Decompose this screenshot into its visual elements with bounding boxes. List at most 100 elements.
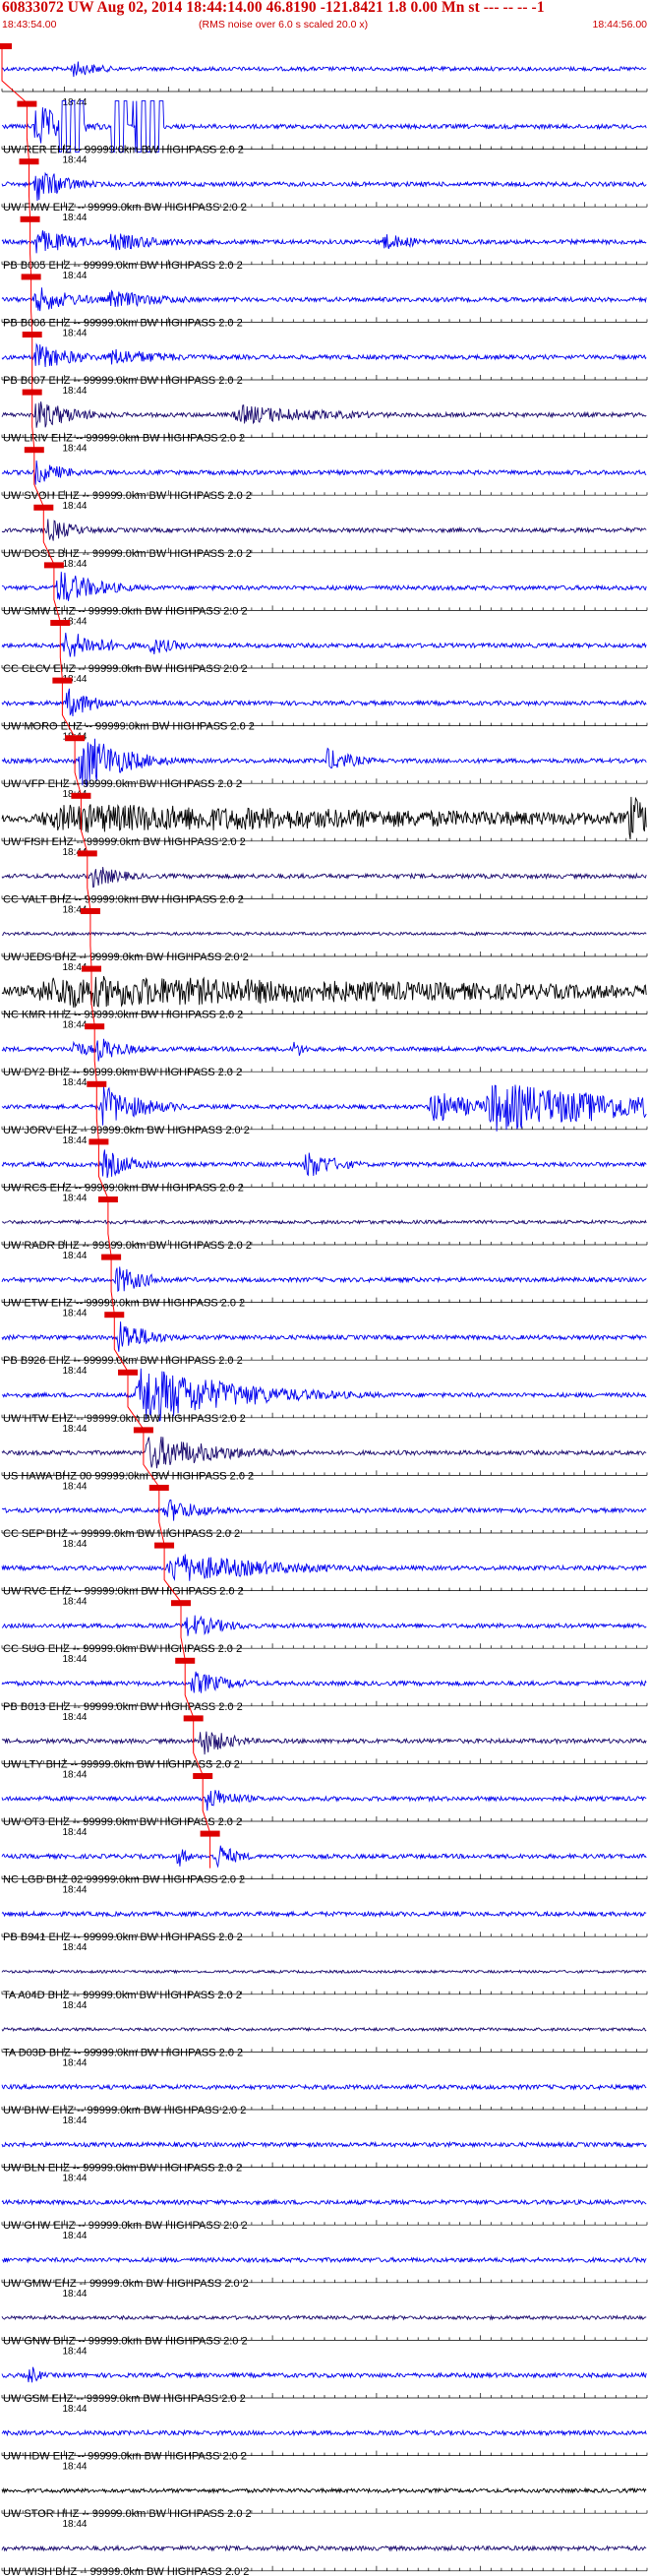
tick-label: 18:44 [62,213,87,223]
station-label: UW STOR HHZ -- 99999.0km BW HIGHPASS 2.0… [3,2508,252,2520]
station-label: UW GNW BHZ -- 99999.0km BW HIGHPASS 2.0 … [3,2335,248,2347]
waveform [1,632,647,657]
trace-25: CC SEP BHZ -- 99999.0km BW HIGHPASS 2.0 … [1,1499,648,1550]
pick-box [170,1600,191,1607]
tick-label: 18:44 [62,2519,87,2530]
pick-box [104,1312,125,1319]
pick-box [50,620,71,626]
trace-7: UW SVOH EHZ -- 99999.0km BW HIGHPASS 2.0… [1,460,648,512]
pick-box [17,100,37,107]
waveform [1,572,647,601]
station-label: UW RADR BHZ -- 99999.0km BW HIGHPASS 2.0… [3,1240,252,1252]
tick-label: 18:44 [62,1077,87,1088]
tick-label: 18:44 [62,559,87,570]
pick-box [21,274,41,280]
trace-36: UW BLN EHZ -- 99999.0km BW HIGHPASS 2.0 … [1,2140,648,2184]
station-label: PB B013 EHZ -- 99999.0km BW HIGHPASS 2.0… [3,1701,243,1713]
trace-39: UW GNW BHZ -- 99999.0km BW HIGHPASS 2.0 … [1,2313,648,2357]
tick-label: 18:44 [62,2116,87,2126]
plot-header: 60833072 UW Aug 02, 2014 18:44:14.00 46.… [0,0,649,35]
trace-8: UW DOSE BHZ -- 99999.0km BW HIGHPASS 2.0… [1,519,648,570]
trace-13: UW FISH EHZ -- 99999.0km BW HIGHPASS 2.0… [1,796,648,858]
tick-label: 18:44 [62,1309,87,1319]
trace-16: NC KMR HHZ -- 99999.0km BW HIGHPASS 2.0 … [1,975,648,1031]
waveform [1,1969,647,1975]
pick-box [87,1080,107,1087]
pick-box [133,1427,153,1434]
trace-17: UW DY2 BHZ -- 99999.0km BW HIGHPASS 2.0 … [1,1038,648,1088]
trace-4: PB B006 EHZ -- 99999.0km BW HIGHPASS 2.0… [1,287,648,338]
station-label: PB B941 EHZ -- 99999.0km BW HIGHPASS 2.0… [3,1932,243,1943]
station-label: TA D03D BHZ -- 99999.0km BW HIGHPASS 2.0… [3,2047,243,2058]
pick-box [85,1023,105,1030]
tick-label: 18:44 [62,1654,87,1665]
waveform [1,796,647,840]
station-label: CC SUG EHZ -- 99999.0km BW HIGHPASS 2.0 … [3,1643,242,1655]
station-label: UW RCS EHZ -- 99999.0km BW HIGHPASS 2.0 … [3,1182,244,1194]
trace-3: PB B005 EHZ -- 99999.0km BW HIGHPASS 2.0… [1,230,648,281]
tick-label: 18:44 [62,1597,87,1608]
waveform [1,1554,647,1581]
trace-20: UW RADR BHZ -- 99999.0km BW HIGHPASS 2.0… [1,1218,648,1261]
waveform [1,460,647,485]
tick-label: 18:44 [62,386,87,397]
pick-box [71,792,91,799]
waveform [1,2256,647,2264]
trace-5: PB B007 EHZ -- 99999.0km BW HIGHPASS 2.0… [1,342,648,397]
trace-22: PB B926 EHZ -- 99999.0km BW HIGHPASS 2.0… [1,1321,648,1377]
tick-label: 18:44 [62,1193,87,1203]
waveform [1,1671,647,1693]
waveform [1,1218,647,1226]
waveform [1,401,647,428]
waveform [1,171,647,202]
station-label: UW RVC EHZ -- 99999.0km BW HIGHPASS 2.0 … [3,1586,244,1598]
waveform [1,287,647,312]
start-time: 18:43:54.00 [2,19,57,31]
station-label: CC CLCV EHZ -- 99999.0km BW HIGHPASS 2.0… [3,663,248,675]
pick-box [24,447,44,454]
pick-box [88,1138,109,1145]
tick-label: 18:44 [62,1769,87,1780]
tick-label: 18:44 [62,444,87,455]
trace-37: UW GHW EHZ -- 99999.0km BW HIGHPASS 2.0 … [1,2198,648,2241]
trace-31: NC LGB BHZ 02 99999.0km BW HIGHPASS 2.0 … [1,1845,648,1896]
tick-label: 18:44 [62,1539,87,1550]
station-label: UW BHW EHZ -- 99999.0km BW HIGHPASS 2.0 … [3,2105,246,2116]
waveform [1,1038,647,1062]
tick-label: 18:44 [62,501,87,512]
tick-label: 18:44 [62,1885,87,1896]
trace-1: UW RER EHZ -- 99999.0km BW HIGHPASS 2.0 … [1,100,648,166]
waveform [1,61,647,78]
tick-label: 18:44 [62,1712,87,1723]
tick-label: 18:44 [62,1481,87,1492]
trace-34: TA D03D BHZ -- 99999.0km BW HIGHPASS 2.0… [1,2026,648,2068]
station-label: UW GSM EHZ -- 99999.0km BW HIGHPASS 2.0 … [3,2393,246,2405]
trace-27: CC SUG EHZ -- 99999.0km BW HIGHPASS 2.0 … [1,1615,648,1665]
trace-28: PB B013 EHZ -- 99999.0km BW HIGHPASS 2.0… [1,1671,648,1723]
pick-box [175,1657,196,1664]
station-label: UW VFP EHZ -- 99999.0km BW HIGHPASS 2.0 … [3,778,242,790]
pick-box [65,735,86,742]
waveform [1,2313,647,2321]
station-label: PB B005 EHZ -- 99999.0km BW HIGHPASS 2.0… [3,260,243,272]
pick-box [22,332,42,337]
waveform [1,1790,647,1811]
pick-box [97,1196,118,1202]
station-label: CC VALT BHZ -- 99999.0km BW HIGHPASS 2.0… [3,893,244,905]
tick-label: 18:44 [62,2404,87,2415]
trace-2: UW FMW EHZ -- 99999.0km BW HIGHPASS 2.0 … [1,171,648,223]
station-label: UW WISH BHZ -- 99999.0km BW HIGHPASS 2.0… [3,2566,249,2576]
waveform [1,931,647,937]
waveform [1,1321,647,1352]
pick-box [19,158,39,165]
trace-30: UW OT3 EHZ -- 99999.0km BW HIGHPASS 2.0 … [1,1790,648,1838]
waveform [1,2428,647,2437]
station-label: TA A04D BHZ -- 99999.0km BW HIGHPASS 2.0… [3,1990,242,2001]
station-label: UW SMW EHZ -- 99999.0km BW HIGHPASS 2.0 … [3,605,248,617]
station-label: US HAWA BHZ 00 99999.0km BW HIGHPASS 2.0… [3,1470,254,1482]
trace-40: UW GSM EHZ -- 99999.0km BW HIGHPASS 2.0 … [1,2366,648,2415]
tick-label: 18:44 [62,1827,87,1838]
station-label: UW DOSE BHZ -- 99999.0km BW HIGHPASS 2.0… [3,548,252,560]
waveform [1,1910,647,1919]
waveform [1,1436,647,1469]
